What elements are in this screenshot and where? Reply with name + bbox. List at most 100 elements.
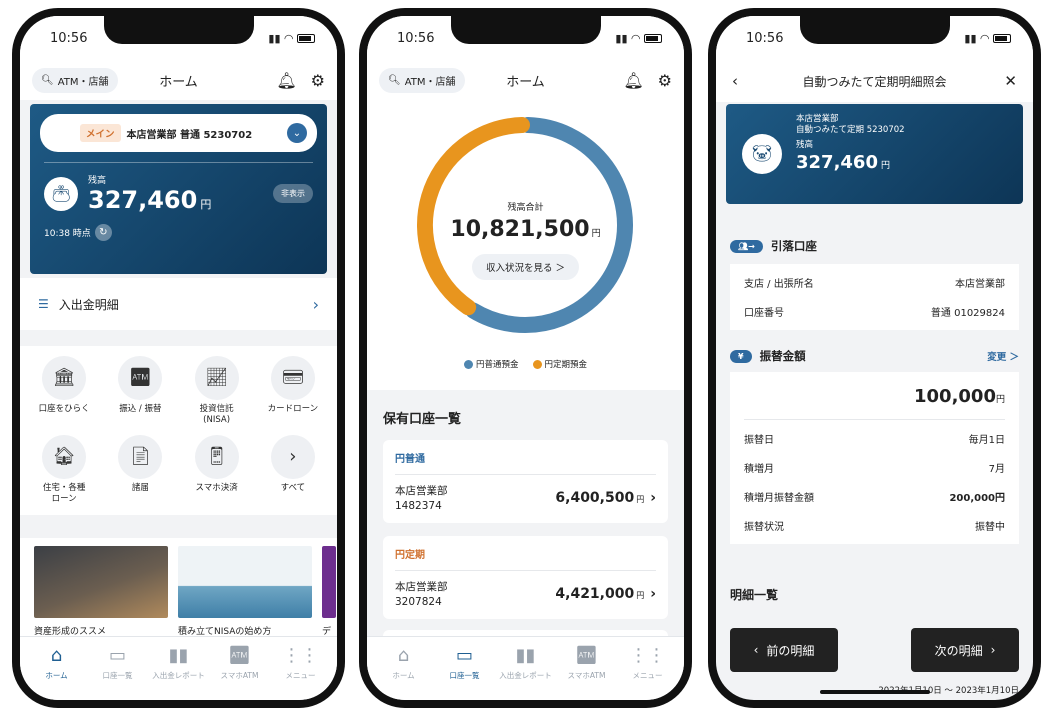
total-label: 残高合計 xyxy=(507,203,544,213)
atm-search-button[interactable]: 🔍︎ ATM・店舗 xyxy=(379,67,465,93)
wifi-icon: ◠ xyxy=(980,31,989,45)
chevron-down-icon: ⌄ xyxy=(287,123,307,143)
menu-item[interactable]: 💳︎ カードローン xyxy=(255,356,331,425)
main-badge: メイン xyxy=(80,124,121,142)
tab-label: ホーム xyxy=(45,671,68,680)
menu-item[interactable]: 📈︎ 投資信託 (NISA) xyxy=(179,356,255,425)
menu-item[interactable]: 🏠︎ 住宅・各種 ローン xyxy=(26,435,102,504)
detail-key: 積増月振替金額 xyxy=(744,493,814,504)
detail-row: 積増月 7月 xyxy=(744,453,1005,482)
signal-icon: ▮▮ xyxy=(964,31,977,45)
banner-item[interactable]: 積み立てNISAの始め方 xyxy=(178,546,312,646)
home-indicator xyxy=(819,690,930,694)
wallet-icon: 👛︎ xyxy=(44,176,78,211)
menu-item[interactable]: 📱︎ スマホ決済 xyxy=(179,435,255,504)
tab-label: スマホATM xyxy=(567,671,606,680)
account-type: 円普通 xyxy=(395,450,656,475)
account-branch: 本店営業部 xyxy=(395,581,448,593)
legend-label: 円普通預金 xyxy=(475,360,519,370)
screen-home: 10:56 ▮▮ ◠ 🔍︎ ATM・店舗 ホーム 🔔︎ ⚙ メイン 本店営業部 普通 … xyxy=(20,16,337,700)
transfer-amount: 100,000円 xyxy=(744,376,1005,420)
chevron-left-icon: ‹ xyxy=(753,643,759,657)
menu-item-label: 住宅・各種 ローン xyxy=(42,483,86,504)
balance-label: 残高 xyxy=(88,176,107,186)
screen-accounts: 10:56 ▮▮ ◠ 🔍︎ ATM・店舗 ホーム 🔔︎ ⚙ 残高合計 10,821,5… xyxy=(367,16,684,700)
balance-amount: 327,460 xyxy=(796,152,878,174)
banner-image xyxy=(178,546,312,618)
menu-item[interactable]: › すべて xyxy=(255,435,331,504)
tab-item[interactable]: ⋮⋮ メニュー xyxy=(620,645,676,700)
menu-item[interactable]: 🏛︎ 口座をひらく xyxy=(26,356,102,425)
menu-item-label: 振込 / 振替 xyxy=(119,404,162,414)
banner-item[interactable]: デ xyxy=(322,546,336,646)
button-label: 次の明細 xyxy=(934,643,983,658)
yen-unit: 円 xyxy=(591,229,601,239)
banner-item[interactable]: 資産形成のススメ xyxy=(34,546,168,646)
app-header: 🔍︎ ATM・店舗 ホーム 🔔︎ ⚙ xyxy=(20,60,337,100)
detail-key: 振替状況 xyxy=(744,522,784,533)
prev-statement-button[interactable]: ‹ 前の明細 xyxy=(730,628,838,672)
income-status-button[interactable]: 収入状況を見る ＞ xyxy=(471,254,580,280)
detail-row: 振替日 毎月1日 xyxy=(744,424,1005,453)
tab-item[interactable]: ⌂ ホーム xyxy=(376,645,432,700)
detail-row: 積増月振替金額 200,000円 xyxy=(744,482,1005,511)
legend-label: 円定期預金 xyxy=(544,360,588,370)
tab-item[interactable]: ▭ 口座一覧 xyxy=(90,645,146,700)
tab-item[interactable]: ▭ 口座一覧 xyxy=(437,645,493,700)
piggy-bank-icon: 🐷︎ xyxy=(742,134,782,174)
app-header: 🔍︎ ATM・店舗 ホーム 🔔︎ ⚙ xyxy=(367,60,684,100)
statement-link-label: 入出金明細 xyxy=(58,297,119,312)
menu-item-label: スマホ決済 xyxy=(195,483,238,494)
tab-label: 入出金レポート xyxy=(152,671,205,680)
tab-item[interactable]: ▮▮ 入出金レポート xyxy=(498,645,554,700)
tab-item[interactable]: ▮▮ 入出金レポート xyxy=(151,645,207,700)
atm-search-button[interactable]: 🔍︎ ATM・店舗 xyxy=(32,67,118,93)
detail-value: 普通 01029824 xyxy=(930,308,1005,319)
gear-icon[interactable]: ⚙ xyxy=(311,71,325,90)
menu-item[interactable]: 📄︎ 諸届 xyxy=(102,435,178,504)
bell-icon[interactable]: 🔔︎ xyxy=(276,71,296,90)
yen-unit: 円 xyxy=(636,494,645,504)
notch xyxy=(103,16,254,44)
status-time: 10:56 xyxy=(397,30,435,46)
account-number: 1482374 xyxy=(395,499,442,512)
detail-header: ‹ 自動つみたて定期明細照会 ✕ xyxy=(716,60,1033,102)
account-item[interactable]: 円普通 本店営業部 1482374 6,400,500 円 › xyxy=(383,440,668,524)
detail-value: 7月 xyxy=(988,464,1005,475)
wifi-icon: ◠ xyxy=(284,31,293,45)
yen-unit: 円 xyxy=(995,395,1005,405)
card-icon: 💳︎ xyxy=(270,356,315,400)
total-amount: 10,821,500 xyxy=(450,217,590,242)
section-title: 引落口座 xyxy=(770,239,817,253)
battery-icon xyxy=(644,33,662,43)
tab-label: メニュー xyxy=(285,671,316,680)
chevron-right-icon: › xyxy=(650,489,656,506)
notch xyxy=(450,16,601,44)
legend-swatch xyxy=(463,360,473,369)
legend-item: 円普通預金 xyxy=(463,358,519,370)
atm-icon: 🏧︎ xyxy=(118,356,163,400)
menu-item[interactable]: 🏧︎ 振込 / 振替 xyxy=(102,356,178,425)
bell-icon[interactable]: 🔔︎ xyxy=(623,71,643,90)
tab-item[interactable]: 🏧︎ スマホATM xyxy=(212,645,268,700)
hide-balance-button[interactable]: 非表示 xyxy=(273,184,313,203)
wifi-icon: ◠ xyxy=(631,31,640,45)
battery-icon xyxy=(297,33,315,43)
tab-item[interactable]: ⋮⋮ メニュー xyxy=(273,645,329,700)
refresh-icon[interactable]: ↻ xyxy=(94,224,112,241)
account-branch: 本店営業部 xyxy=(395,485,448,497)
gear-icon[interactable]: ⚙ xyxy=(658,71,672,90)
statement-link[interactable]: ☰ 入出金明細 › xyxy=(20,278,337,330)
tab-item[interactable]: ⌂ ホーム xyxy=(29,645,85,700)
account-item[interactable]: 円定期 本店営業部 3207824 4,421,000 円 › xyxy=(383,536,668,620)
document-icon: 📄︎ xyxy=(118,435,163,480)
house-icon: 🏠︎ xyxy=(42,435,87,480)
menu-item-label: すべて xyxy=(280,483,306,494)
next-statement-button[interactable]: 次の明細 › xyxy=(911,628,1019,672)
change-link[interactable]: 変更 ＞ xyxy=(987,349,1019,363)
account-selector[interactable]: メイン 本店営業部 普通 5230702 ⌄ xyxy=(40,114,317,152)
tab-item[interactable]: 🏧︎ スマホATM xyxy=(559,645,615,700)
yen-unit: 円 xyxy=(880,161,890,172)
balance-amount: 327,460 xyxy=(88,186,198,214)
banner-carousel: 資産形成のススメ 積み立てNISAの始め方 デ xyxy=(20,538,337,646)
